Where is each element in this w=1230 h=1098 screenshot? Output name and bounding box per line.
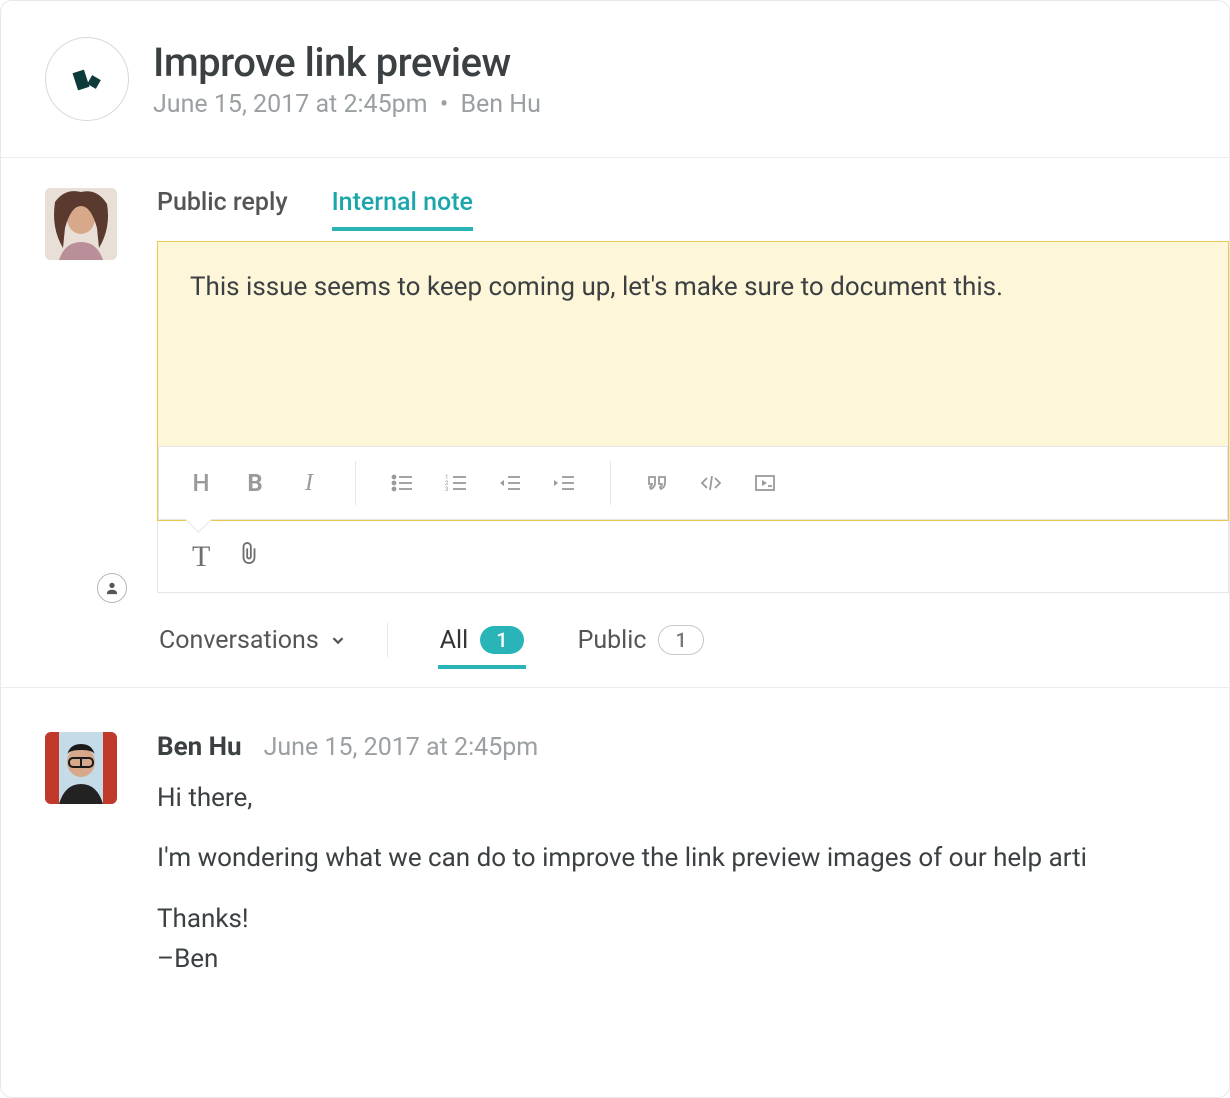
entry-body: Ben Hu June 15, 2017 at 2:45pm Hi there,…	[157, 732, 1229, 978]
quote-button[interactable]	[643, 469, 671, 497]
filter-public[interactable]: Public 1	[576, 615, 706, 665]
outdent-button[interactable]	[496, 469, 524, 497]
text-format-toggle[interactable]: T	[192, 540, 210, 574]
note-input[interactable]: This issue seems to keep coming up, let'…	[190, 272, 1196, 426]
conversations-label: Conversations	[159, 626, 319, 655]
filter-public-label: Public	[578, 626, 647, 655]
heading-button[interactable]: H	[187, 469, 215, 497]
internal-note-box: This issue seems to keep coming up, let'…	[157, 241, 1229, 521]
italic-button[interactable]: I	[295, 469, 323, 497]
conversation-entry: Ben Hu June 15, 2017 at 2:45pm Hi there,…	[1, 688, 1229, 978]
compose-area: Public reply Internal note This issue se…	[1, 158, 1229, 593]
code-button[interactable]	[697, 469, 725, 497]
header-text: Improve link preview June 15, 2017 at 2:…	[153, 39, 541, 119]
svg-text:3: 3	[445, 486, 448, 493]
ticket-title: Improve link preview	[153, 39, 541, 86]
entry-paragraph: I'm wondering what we can do to improve …	[157, 840, 1229, 876]
compose-tabs: Public reply Internal note	[157, 188, 1229, 241]
entry-paragraph: Hi there,	[157, 780, 1229, 816]
filter-all-count: 1	[480, 626, 523, 654]
filter-all-label: All	[440, 626, 468, 655]
entry-paragraph: Thanks!	[157, 901, 1229, 937]
conversation-filters: Conversations All 1 Public 1	[1, 593, 1229, 688]
numbered-list-button[interactable]: 123	[442, 469, 470, 497]
compose-body: Public reply Internal note This issue se…	[157, 188, 1229, 593]
compose-footer-bar: T	[157, 521, 1229, 593]
bullet-list-button[interactable]	[388, 469, 416, 497]
embed-button[interactable]	[751, 469, 779, 497]
ticket-author: Ben Hu	[460, 90, 540, 119]
indent-button[interactable]	[550, 469, 578, 497]
ticket-meta: June 15, 2017 at 2:45pm • Ben Hu	[153, 90, 541, 119]
agent-badge	[97, 573, 127, 603]
tab-public-reply[interactable]: Public reply	[157, 188, 288, 227]
meta-separator: •	[440, 90, 448, 119]
ticket-header: Improve link preview June 15, 2017 at 2:…	[1, 1, 1229, 158]
entry-paragraph: –Ben	[157, 941, 1229, 977]
toolbar-separator	[355, 461, 356, 505]
agent-avatar	[45, 188, 117, 260]
conversations-dropdown[interactable]: Conversations	[159, 626, 347, 655]
toolbar-separator	[610, 461, 611, 505]
org-avatar	[45, 37, 129, 121]
chevron-down-icon	[329, 631, 347, 649]
bold-button[interactable]: B	[241, 469, 269, 497]
format-toolbar: H B I 123	[158, 446, 1228, 520]
entry-author: Ben Hu	[157, 732, 242, 762]
agent-avatar-wrap	[45, 188, 117, 593]
entry-header: Ben Hu June 15, 2017 at 2:45pm	[157, 732, 1229, 762]
entry-timestamp: June 15, 2017 at 2:45pm	[264, 733, 539, 762]
ticket-timestamp: June 15, 2017 at 2:45pm	[153, 90, 428, 119]
ticket-card: Improve link preview June 15, 2017 at 2:…	[0, 0, 1230, 1098]
attachment-button[interactable]	[238, 540, 260, 573]
tab-internal-note[interactable]: Internal note	[332, 188, 473, 231]
filter-all[interactable]: All 1	[438, 616, 526, 669]
filter-public-count: 1	[658, 625, 703, 655]
filter-separator	[387, 623, 388, 657]
entry-avatar-wrap	[45, 732, 117, 978]
entry-avatar	[45, 732, 117, 804]
